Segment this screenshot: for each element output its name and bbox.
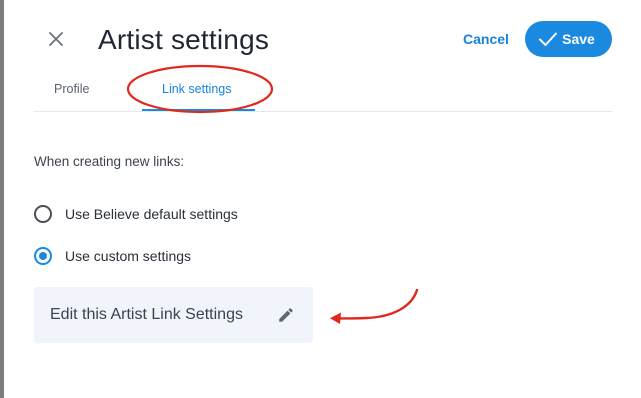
section-label: When creating new links: [34, 154, 185, 169]
tab-link-settings[interactable]: Link settings [162, 80, 231, 98]
edit-card-label: Edit this Artist Link Settings [50, 306, 243, 323]
checkmark-icon [538, 31, 558, 47]
radio-option-custom[interactable]: Use custom settings [34, 246, 191, 266]
save-button-label: Save [562, 31, 595, 47]
edit-link-settings-card[interactable]: Edit this Artist Link Settings [34, 287, 313, 343]
radio-option-default[interactable]: Use Believe default settings [34, 204, 238, 224]
tab-profile[interactable]: Profile [54, 80, 89, 98]
page-title: Artist settings [98, 24, 270, 55]
radio-label-custom: Use custom settings [65, 248, 192, 264]
pencil-icon[interactable] [277, 306, 295, 324]
save-button[interactable]: Save [525, 21, 612, 57]
close-icon [49, 32, 63, 46]
window-left-edge [0, 0, 4, 398]
annotation-arrow [330, 288, 419, 324]
radio-dot [39, 252, 47, 260]
tabs-divider [34, 111, 612, 112]
cancel-button[interactable]: Cancel [460, 29, 512, 49]
radio-button-checked[interactable] [34, 247, 52, 265]
close-button[interactable] [44, 27, 68, 51]
radio-label-default: Use Believe default settings [65, 206, 238, 222]
radio-button-unchecked[interactable] [34, 205, 52, 223]
